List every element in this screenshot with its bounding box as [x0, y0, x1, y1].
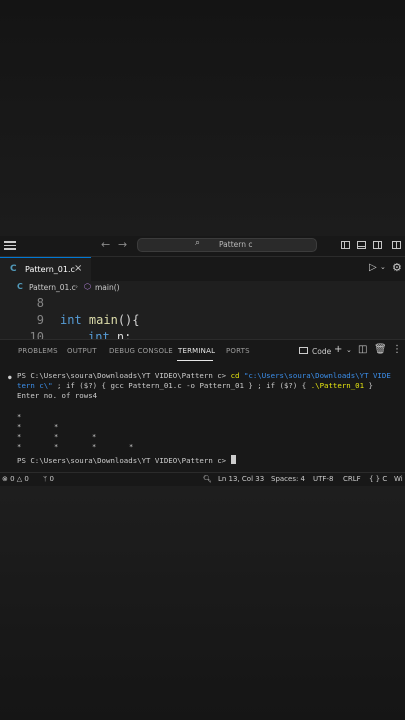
breadcrumb: C Pattern_01.c › ⬡ main() — [0, 281, 405, 295]
editor-tab-bar: C Pattern_01.c × ▷ ⌄ ⚙ — [0, 257, 405, 281]
problems-status[interactable]: ⊗ 0 △ 0 — [2, 475, 29, 483]
platform-label[interactable]: Wi — [394, 475, 403, 483]
code-text: (){ — [117, 313, 140, 327]
toggle-secondary-sidebar-icon[interactable] — [373, 241, 382, 249]
terminal-line: tern c\" ; if ($?) { gcc Pattern_01.c -o… — [17, 381, 373, 390]
breadcrumb-file[interactable]: Pattern_01.c — [29, 283, 76, 292]
more-icon[interactable]: ⋮ — [392, 344, 402, 355]
trash-icon[interactable]: 🗑 — [374, 344, 387, 355]
terminal-prompt: PS C:\Users\soura\Downloads\YT VIDEO\Pat… — [17, 456, 231, 465]
status-bar: ⊗ 0 △ 0 ᛘ 0 🔍︎ Ln 13, Col 33 Spaces: 4 U… — [0, 472, 405, 486]
terminal-text: ; if ($?) { gcc Pattern_01.c -o Pattern_… — [52, 381, 311, 390]
tab-debug-console[interactable]: DEBUG CONSOLE — [109, 347, 173, 355]
terminal-line: PS C:\Users\soura\Downloads\YT VIDEO\Pat… — [17, 371, 391, 380]
toggle-primary-sidebar-icon[interactable] — [341, 241, 350, 249]
zoom-icon[interactable]: 🔍︎ — [203, 475, 212, 483]
forward-arrow-icon[interactable]: → — [118, 238, 127, 251]
terminal-path: tern c\" — [17, 381, 53, 390]
pattern-star: * — [17, 423, 22, 431]
terminal-path: "c:\Users\soura\Downloads\YT VIDE — [243, 371, 391, 380]
tab-ports[interactable]: PORTS — [226, 347, 250, 355]
code-keyword: int — [88, 330, 110, 339]
line-ending[interactable]: CRLF — [343, 475, 361, 483]
c-file-icon: C — [10, 264, 17, 274]
pattern-star: * — [92, 443, 97, 451]
breadcrumb-symbol[interactable]: main() — [95, 283, 120, 292]
terminal-cmd: cd — [230, 371, 244, 380]
hamburger-menu-icon[interactable] — [4, 239, 16, 251]
active-tab-indicator — [177, 360, 213, 361]
toggle-panel-icon[interactable] — [357, 241, 366, 249]
run-icon[interactable]: ▷ — [369, 262, 377, 273]
tab-pattern-01-c[interactable]: C Pattern_01.c × — [0, 257, 91, 281]
function-cube-icon: ⬡ — [84, 282, 91, 291]
pattern-star: * — [17, 433, 22, 441]
pattern-star: * — [54, 433, 59, 441]
ports-count: 0 — [49, 475, 54, 483]
background-top — [0, 0, 405, 236]
terminal-text: } — [364, 381, 373, 390]
back-arrow-icon[interactable]: ← — [101, 238, 110, 251]
tab-output[interactable]: OUTPUT — [67, 347, 97, 355]
terminal-icon — [299, 347, 308, 354]
line-number: 9 — [36, 313, 44, 327]
code-keyword: int — [60, 313, 82, 327]
tab-problems[interactable]: PROBLEMS — [18, 347, 58, 355]
tab-filename: Pattern_01.c — [25, 265, 75, 274]
code-line: int main(){ — [60, 313, 140, 327]
pattern-star: * — [17, 443, 22, 451]
gear-icon[interactable]: ⚙ — [392, 261, 402, 274]
terminal-prompt: PS C:\Users\soura\Downloads\YT VIDEO\Pat… — [17, 371, 231, 380]
terminal-line: PS C:\Users\soura\Downloads\YT VIDEO\Pat… — [17, 455, 236, 465]
code-line: int n; — [88, 330, 131, 339]
warning-count: 0 — [24, 475, 29, 483]
cursor-position[interactable]: Ln 13, Col 33 — [218, 475, 264, 483]
code-text: n; — [109, 330, 132, 339]
ports-status[interactable]: ᛘ 0 — [43, 475, 54, 483]
c-file-icon: C — [17, 282, 23, 291]
indentation[interactable]: Spaces: 4 — [271, 475, 305, 483]
customize-layout-icon[interactable] — [392, 241, 401, 249]
code-editor[interactable]: 8 9 int main(){ 10 int n; — [0, 295, 405, 339]
language-label: C — [382, 475, 388, 483]
close-icon[interactable]: × — [74, 263, 82, 274]
new-terminal-icon[interactable]: + — [334, 344, 342, 355]
line-number: 10 — [29, 330, 44, 339]
tab-terminal[interactable]: TERMINAL — [178, 347, 215, 355]
pattern-star: * — [54, 443, 59, 451]
background-bottom — [0, 486, 405, 720]
pattern-star: * — [92, 433, 97, 441]
search-icon: ⌕ — [195, 238, 201, 248]
encoding[interactable]: UTF-8 — [313, 475, 333, 483]
error-count: 0 — [10, 475, 15, 483]
chevron-down-icon[interactable]: ⌄ — [346, 346, 352, 354]
language-mode[interactable]: { } C — [369, 475, 387, 483]
terminal-shell-label[interactable]: Code — [312, 347, 331, 356]
chevron-right-icon: › — [75, 282, 79, 291]
pattern-star: * — [54, 423, 59, 431]
pattern-star: * — [129, 443, 134, 451]
terminal-output[interactable]: ● PS C:\Users\soura\Downloads\YT VIDEO\P… — [0, 371, 405, 471]
code-function: main — [88, 313, 118, 327]
line-number: 8 — [36, 296, 44, 310]
vscode-window: ← → ⌕ Pattern c C Pattern_01.c × ▷ ⌄ ⚙ C… — [0, 236, 405, 486]
title-bar: ← → ⌕ Pattern c — [0, 236, 405, 257]
chevron-down-icon[interactable]: ⌄ — [380, 263, 386, 271]
command-center-search[interactable]: ⌕ Pattern c — [137, 238, 317, 252]
pattern-star: * — [17, 413, 22, 421]
terminal-line: Enter no. of rows4 — [17, 391, 98, 400]
bottom-panel: PROBLEMS OUTPUT DEBUG CONSOLE TERMINAL P… — [0, 339, 405, 472]
split-terminal-icon[interactable]: ◫ — [358, 344, 367, 355]
command-center-text: Pattern c — [219, 240, 253, 249]
terminal-exec: .\Pattern_01 — [310, 381, 365, 390]
command-decoration-icon: ● — [8, 374, 12, 381]
terminal-cursor — [230, 455, 236, 464]
